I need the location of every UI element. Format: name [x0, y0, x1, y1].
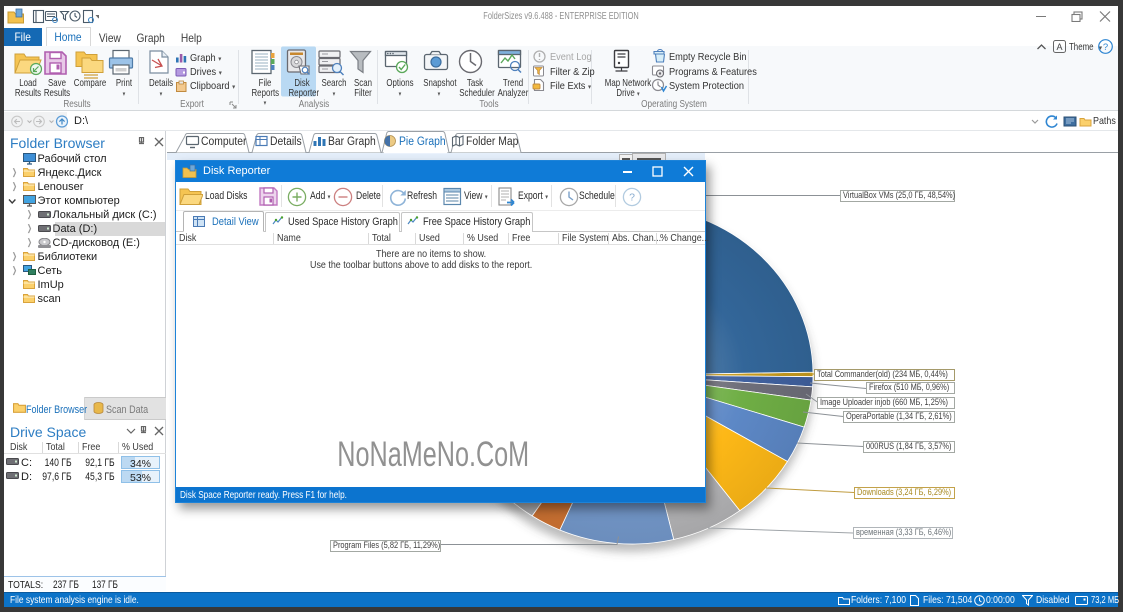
svg-text:?: ? — [629, 192, 635, 204]
